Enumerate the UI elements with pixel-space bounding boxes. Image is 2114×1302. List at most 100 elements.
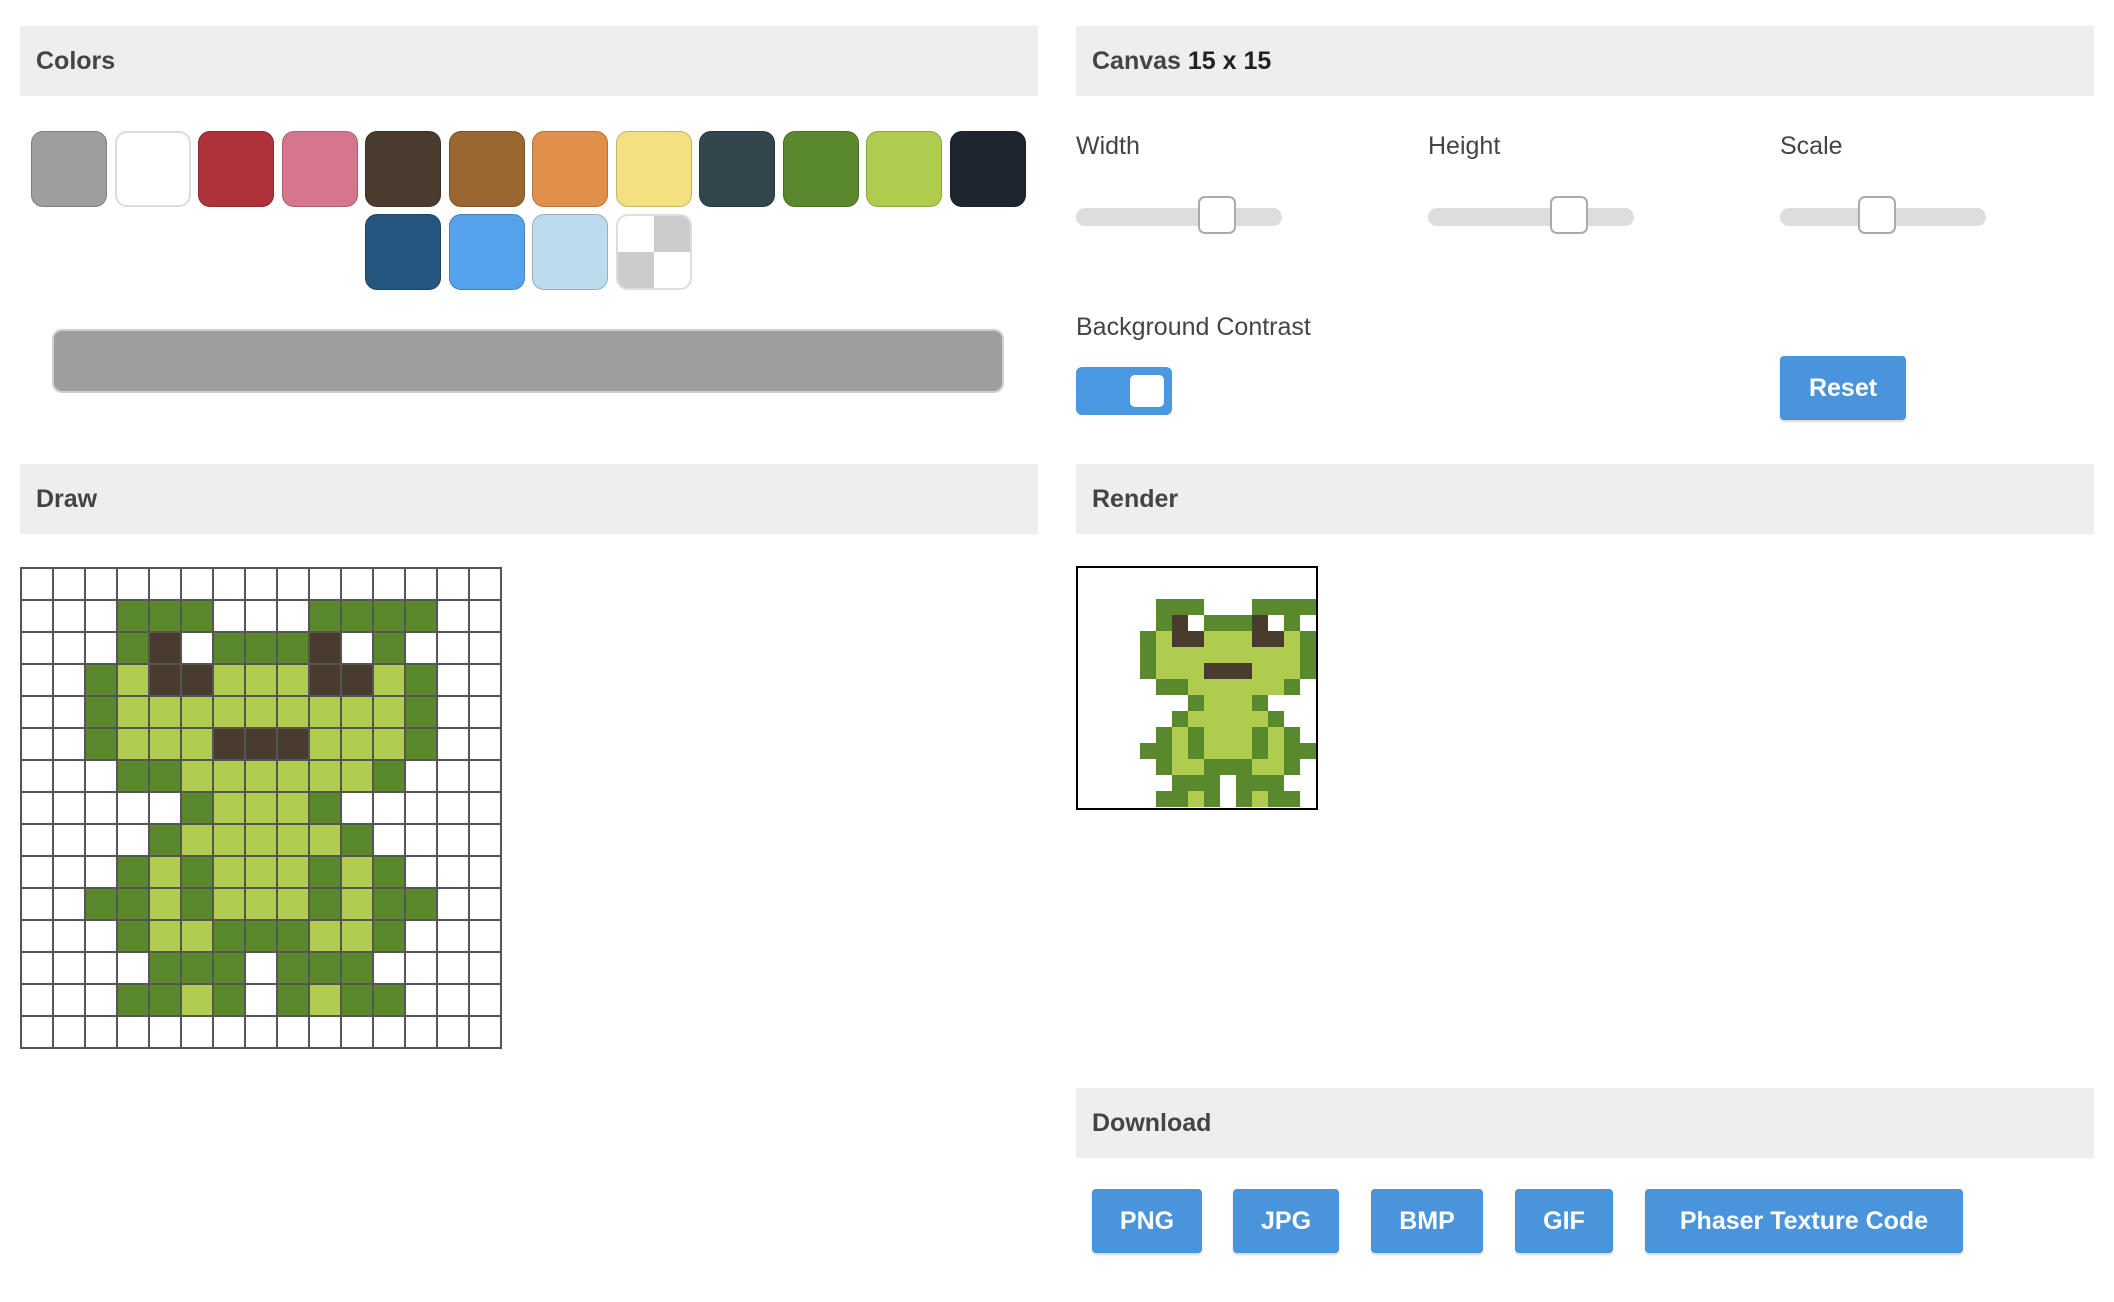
grid-cell[interactable]	[470, 601, 502, 633]
grid-cell[interactable]	[310, 793, 342, 825]
grid-cell[interactable]	[214, 1017, 246, 1049]
grid-cell[interactable]	[150, 921, 182, 953]
grid-cell[interactable]	[278, 601, 310, 633]
grid-cell[interactable]	[86, 633, 118, 665]
grid-cell[interactable]	[246, 633, 278, 665]
grid-cell[interactable]	[22, 665, 54, 697]
grid-cell[interactable]	[214, 697, 246, 729]
grid-cell[interactable]	[246, 985, 278, 1017]
draw-grid[interactable]	[20, 567, 502, 1049]
grid-cell[interactable]	[118, 569, 150, 601]
grid-cell[interactable]	[182, 953, 214, 985]
grid-cell[interactable]	[214, 665, 246, 697]
phaser-texture-code-button[interactable]: Phaser Texture Code	[1645, 1189, 1963, 1253]
grid-cell[interactable]	[374, 761, 406, 793]
grid-cell[interactable]	[342, 825, 374, 857]
grid-cell[interactable]	[214, 857, 246, 889]
color-swatch-dark-slate[interactable]	[699, 131, 775, 207]
download-gif-button[interactable]: GIF	[1515, 1189, 1613, 1253]
grid-cell[interactable]	[182, 729, 214, 761]
grid-cell[interactable]	[438, 793, 470, 825]
grid-cell[interactable]	[150, 729, 182, 761]
grid-cell[interactable]	[22, 889, 54, 921]
grid-cell[interactable]	[278, 857, 310, 889]
grid-cell[interactable]	[374, 953, 406, 985]
grid-cell[interactable]	[310, 697, 342, 729]
grid-cell[interactable]	[342, 569, 374, 601]
color-swatch-red[interactable]	[198, 131, 274, 207]
grid-cell[interactable]	[118, 1017, 150, 1049]
grid-cell[interactable]	[406, 793, 438, 825]
grid-cell[interactable]	[246, 857, 278, 889]
grid-cell[interactable]	[342, 761, 374, 793]
grid-cell[interactable]	[438, 985, 470, 1017]
grid-cell[interactable]	[86, 729, 118, 761]
grid-cell[interactable]	[86, 793, 118, 825]
grid-cell[interactable]	[438, 761, 470, 793]
grid-cell[interactable]	[118, 857, 150, 889]
grid-cell[interactable]	[310, 601, 342, 633]
grid-cell[interactable]	[182, 857, 214, 889]
grid-cell[interactable]	[22, 729, 54, 761]
grid-cell[interactable]	[310, 633, 342, 665]
grid-cell[interactable]	[310, 1017, 342, 1049]
grid-cell[interactable]	[118, 697, 150, 729]
grid-cell[interactable]	[118, 921, 150, 953]
grid-cell[interactable]	[150, 793, 182, 825]
grid-cell[interactable]	[22, 953, 54, 985]
grid-cell[interactable]	[438, 825, 470, 857]
grid-cell[interactable]	[438, 889, 470, 921]
grid-cell[interactable]	[342, 601, 374, 633]
color-swatch-transparent[interactable]	[616, 214, 692, 290]
grid-cell[interactable]	[54, 633, 86, 665]
grid-cell[interactable]	[22, 569, 54, 601]
grid-cell[interactable]	[22, 697, 54, 729]
grid-cell[interactable]	[54, 825, 86, 857]
grid-cell[interactable]	[406, 825, 438, 857]
grid-cell[interactable]	[310, 729, 342, 761]
grid-cell[interactable]	[374, 633, 406, 665]
color-swatch-yellow[interactable]	[616, 131, 692, 207]
grid-cell[interactable]	[310, 985, 342, 1017]
grid-cell[interactable]	[342, 985, 374, 1017]
grid-cell[interactable]	[246, 921, 278, 953]
grid-cell[interactable]	[470, 1017, 502, 1049]
grid-cell[interactable]	[278, 985, 310, 1017]
grid-cell[interactable]	[118, 633, 150, 665]
grid-cell[interactable]	[118, 601, 150, 633]
grid-cell[interactable]	[406, 985, 438, 1017]
grid-cell[interactable]	[406, 857, 438, 889]
download-jpg-button[interactable]: JPG	[1233, 1189, 1339, 1253]
grid-cell[interactable]	[182, 697, 214, 729]
grid-cell[interactable]	[150, 1017, 182, 1049]
grid-cell[interactable]	[22, 633, 54, 665]
grid-cell[interactable]	[86, 569, 118, 601]
grid-cell[interactable]	[246, 569, 278, 601]
grid-cell[interactable]	[278, 825, 310, 857]
grid-cell[interactable]	[406, 665, 438, 697]
grid-cell[interactable]	[22, 793, 54, 825]
grid-cell[interactable]	[214, 633, 246, 665]
grid-cell[interactable]	[342, 633, 374, 665]
background-contrast-toggle[interactable]	[1076, 367, 1172, 415]
grid-cell[interactable]	[150, 601, 182, 633]
grid-cell[interactable]	[86, 953, 118, 985]
grid-cell[interactable]	[374, 697, 406, 729]
grid-cell[interactable]	[310, 921, 342, 953]
grid-cell[interactable]	[214, 985, 246, 1017]
grid-cell[interactable]	[438, 1017, 470, 1049]
grid-cell[interactable]	[150, 825, 182, 857]
grid-cell[interactable]	[278, 697, 310, 729]
color-swatch-green[interactable]	[783, 131, 859, 207]
color-swatch-pink[interactable]	[282, 131, 358, 207]
grid-cell[interactable]	[342, 697, 374, 729]
grid-cell[interactable]	[278, 729, 310, 761]
grid-cell[interactable]	[470, 793, 502, 825]
grid-cell[interactable]	[470, 569, 502, 601]
grid-cell[interactable]	[310, 889, 342, 921]
grid-cell[interactable]	[182, 761, 214, 793]
grid-cell[interactable]	[278, 633, 310, 665]
grid-cell[interactable]	[54, 985, 86, 1017]
color-swatch-orange[interactable]	[532, 131, 608, 207]
scale-slider-thumb[interactable]	[1858, 196, 1896, 234]
